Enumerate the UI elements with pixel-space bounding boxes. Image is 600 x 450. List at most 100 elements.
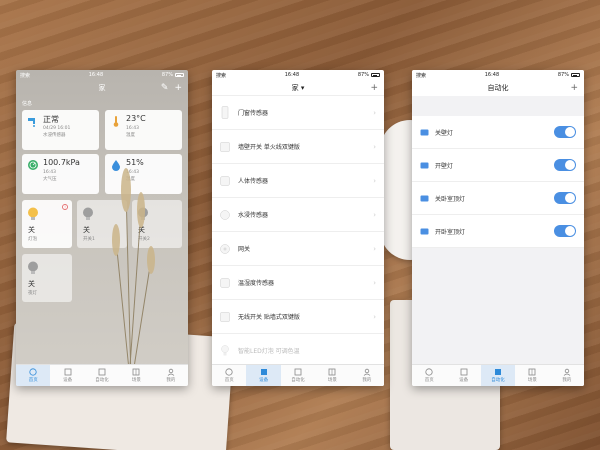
sensor-card-humidity[interactable]: 51% 16:43 湿度: [105, 154, 182, 194]
automation-name: 开卧室顶灯: [435, 228, 466, 236]
carrier-label: 搜索: [216, 72, 227, 79]
device-card-switch2[interactable]: 关 开关2: [132, 200, 182, 248]
edit-icon[interactable]: ✎: [161, 82, 169, 94]
tab-automation[interactable]: 自动化: [281, 365, 315, 386]
device-name: 网关: [238, 246, 251, 253]
list-item[interactable]: 开卧室顶灯: [412, 215, 584, 248]
tab-label: 我的: [362, 378, 372, 383]
temp-humidity-sensor-icon: [220, 276, 230, 290]
device-card-switch1[interactable]: 关 开关1: [77, 200, 127, 248]
list-item[interactable]: 墙壁开关 单火线双键版 ›: [212, 130, 384, 164]
home-selector[interactable]: 家 ▾: [292, 83, 305, 93]
list-item[interactable]: 开壁灯: [412, 149, 584, 182]
add-icon[interactable]: +: [370, 82, 378, 94]
automation-toggle[interactable]: [554, 192, 576, 204]
devices-icon: [260, 368, 268, 376]
bulb-icon: [82, 206, 94, 220]
list-item[interactable]: 网关 ›: [212, 232, 384, 266]
chevron-right-icon: ›: [373, 278, 376, 287]
scenes-icon: [528, 368, 536, 376]
scenes-icon: [132, 368, 140, 376]
automation-icon: [98, 368, 106, 376]
automation-toggle[interactable]: [554, 126, 576, 138]
list-item[interactable]: 温湿度传感器 ›: [212, 266, 384, 300]
gateway-icon: [220, 242, 230, 256]
tab-devices[interactable]: 设备: [50, 365, 84, 386]
device-name: 智能LED灯泡 可调色温: [238, 348, 300, 355]
tab-label: 场景: [327, 378, 337, 383]
page-title: 家: [98, 84, 106, 92]
list-item[interactable]: 门窗传感器 ›: [212, 96, 384, 130]
profile-icon: [363, 368, 371, 376]
device-name: 水浸传感器: [238, 212, 269, 219]
list-item[interactable]: 水浸传感器 ›: [212, 198, 384, 232]
automation-toggle[interactable]: [554, 225, 576, 237]
tab-label: 自动化: [291, 378, 305, 383]
tab-scenes[interactable]: 场景: [119, 365, 153, 386]
automation-toggle[interactable]: [554, 159, 576, 171]
tab-automation[interactable]: 自动化: [480, 365, 516, 386]
status-bar: 搜索 16:48 87%: [212, 70, 384, 80]
list-item[interactable]: 关卧室顶灯: [412, 182, 584, 215]
motion-sensor-icon: [220, 174, 230, 188]
list-item[interactable]: 无线开关 贴墙式双键版 ›: [212, 300, 384, 334]
wall-switch-icon: [220, 140, 230, 154]
tab-devices[interactable]: 设备: [446, 365, 480, 386]
list-item[interactable]: 人体传感器 ›: [212, 164, 384, 198]
device-name: 温湿度传感器: [238, 280, 275, 287]
scenes-icon: [328, 368, 336, 376]
nav-bar: 家 ✎ +: [16, 80, 188, 96]
sensor-card-pressure[interactable]: 100.7kPa 16:43 大气压: [22, 154, 99, 194]
tab-label: 场景: [527, 378, 537, 383]
list-item[interactable]: 智能LED灯泡 可调色温: [212, 334, 384, 368]
chevron-right-icon: ›: [373, 142, 376, 151]
tab-scenes[interactable]: 场景: [315, 365, 349, 386]
sensor-card-temperature[interactable]: 23°C 16:43 温度: [105, 110, 182, 150]
wireless-switch-icon: [220, 310, 230, 324]
tab-automation[interactable]: 自动化: [85, 365, 119, 386]
device-name: 无线开关 贴墙式双键版: [238, 314, 300, 321]
automation-icon: [494, 368, 502, 376]
section-label: 信息: [22, 101, 33, 107]
bulb-icon: [27, 260, 39, 274]
sensor-card-water[interactable]: 正常 04/29 16:01 水浸传感器: [22, 110, 99, 150]
sensor-time: 16:43: [126, 170, 139, 175]
list-item[interactable]: 关壁灯: [412, 116, 584, 149]
automation-rule-icon: [420, 128, 429, 137]
tab-devices[interactable]: 设备: [246, 365, 281, 386]
device-card-bulb[interactable]: ! 关 灯泡: [22, 200, 72, 248]
sensor-value: 正常: [43, 115, 59, 124]
tab-home[interactable]: 首页: [212, 365, 246, 386]
battery-percent: 87%: [357, 72, 369, 78]
phone-home-screen: 搜索 16:48 87% 家 ✎ + 信息 正常 04/29 16:01 水浸传…: [16, 70, 188, 386]
tab-profile[interactable]: 我的: [154, 365, 188, 386]
tab-home[interactable]: 首页: [412, 365, 446, 386]
automation-rule-icon: [420, 227, 429, 236]
chevron-right-icon: ›: [373, 312, 376, 321]
chevron-right-icon: ›: [373, 244, 376, 253]
chevron-right-icon: ›: [373, 108, 376, 117]
automation-rule-icon: [420, 194, 429, 203]
device-name: 人体传感器: [238, 178, 269, 185]
battery-percent: 87%: [161, 72, 173, 78]
bulb-icon: [27, 206, 39, 220]
device-card-nightlight[interactable]: 关 夜灯: [22, 254, 72, 302]
tab-home[interactable]: 首页: [16, 365, 51, 386]
warning-badge: !: [62, 204, 68, 210]
pressure-gauge-icon: [27, 159, 39, 171]
tab-scenes[interactable]: 场景: [515, 365, 549, 386]
carrier-label: 搜索: [416, 72, 427, 79]
add-icon[interactable]: +: [570, 82, 578, 94]
automation-list: 关壁灯 开壁灯 关卧室顶灯 开卧室顶灯: [412, 116, 584, 248]
tab-profile[interactable]: 我的: [350, 365, 384, 386]
add-icon[interactable]: +: [174, 82, 182, 94]
sensor-time: 16:43: [43, 170, 56, 175]
device-name: 开关2: [138, 237, 150, 242]
tab-profile[interactable]: 我的: [550, 365, 584, 386]
chevron-right-icon: ›: [373, 210, 376, 219]
page-title: 自动化: [487, 84, 509, 92]
battery-icon: [371, 73, 380, 77]
profile-icon: [563, 368, 571, 376]
status-bar: 搜索 16:48 87%: [412, 70, 584, 80]
device-state: 关: [28, 280, 35, 288]
